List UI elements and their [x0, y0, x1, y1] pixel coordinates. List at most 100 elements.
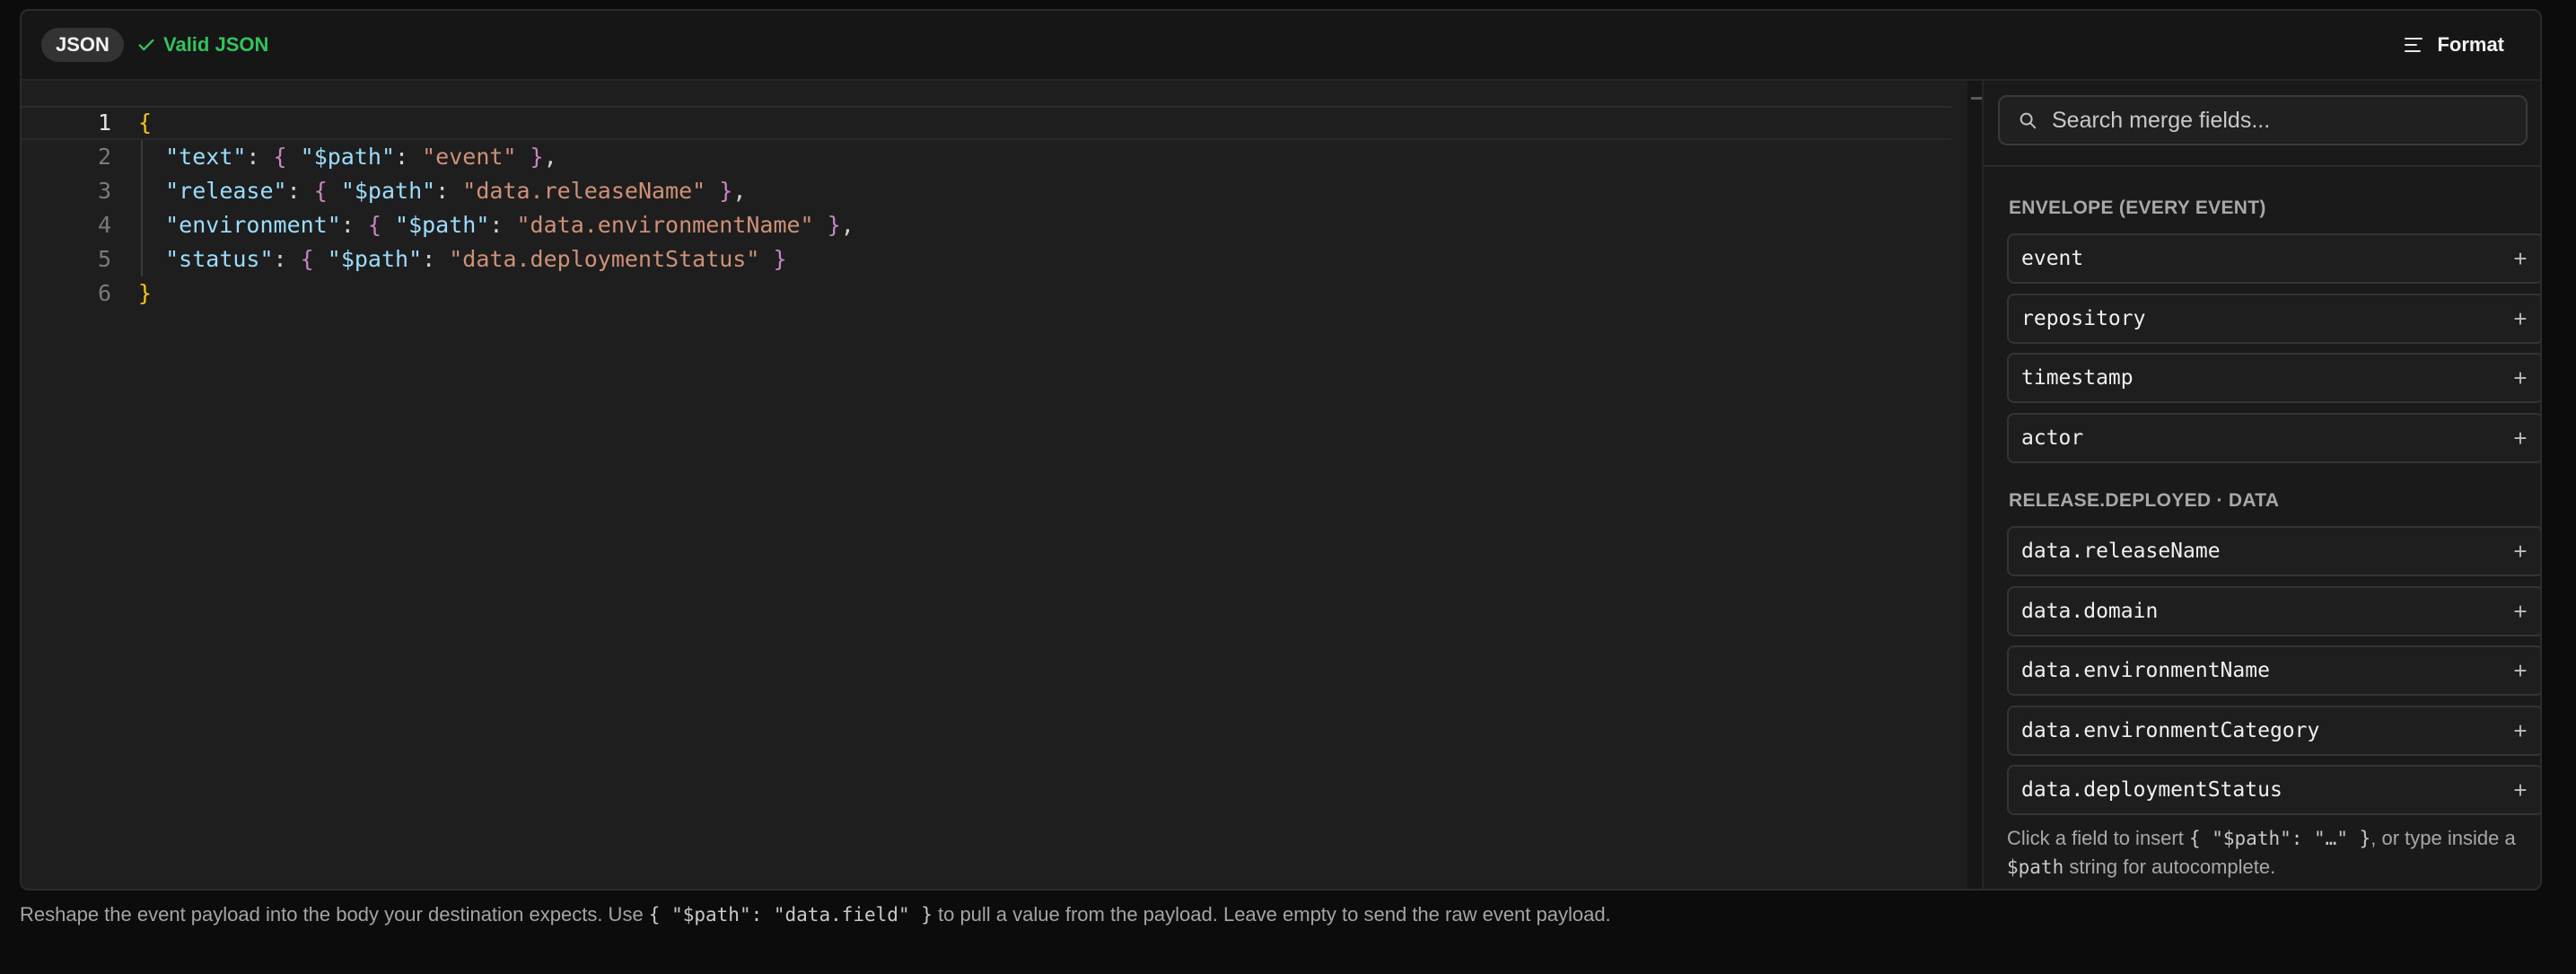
plus-icon[interactable]: + [2510, 247, 2531, 270]
merge-field-item[interactable]: data.environmentName + [2007, 645, 2540, 696]
code-editor[interactable]: 1 {2 "text": { "$path": "event" }, 3 "rele… [22, 81, 1967, 889]
code-token: "release" [165, 178, 287, 204]
validity-text: Valid JSON [163, 33, 269, 56]
plus-icon[interactable]: + [2510, 719, 2531, 742]
code-line[interactable]: } [138, 276, 152, 311]
code-line[interactable]: "text": { "$path": "event" }, [138, 140, 557, 174]
code-token: : [340, 212, 368, 238]
code-line[interactable]: { [138, 106, 152, 140]
merge-field-item[interactable]: timestamp + [2007, 353, 2540, 403]
search-input[interactable] [2052, 107, 2501, 134]
help-text: Reshape the event payload into the body … [20, 903, 1611, 926]
active-line-highlight [22, 106, 1951, 140]
code-token: , [732, 178, 747, 204]
merge-field-item[interactable]: data.domain + [2007, 585, 2540, 636]
code-token: "text" [165, 144, 247, 170]
code-token: : [273, 246, 301, 272]
help-text-prefix: Reshape the event payload into the body … [20, 903, 649, 926]
merge-field-name: data.domain [2021, 599, 2159, 623]
json-mode-badge[interactable]: JSON [41, 28, 124, 62]
hint-code: { "$path": "…" } [2188, 828, 2371, 849]
merge-field-name: data.environmentName [2021, 659, 2270, 682]
section-heading: ENVELOPE (EVERY EVENT) [2009, 197, 2266, 218]
line-number: 1 [97, 110, 111, 136]
code-token: { [367, 212, 381, 238]
merge-field-item[interactable]: event + [2007, 233, 2540, 284]
code-line[interactable]: "release": { "$path": "data.releaseName"… [138, 174, 746, 208]
code-token: "$path" [327, 246, 423, 272]
merge-field-item[interactable]: data.environmentCategory + [2007, 705, 2540, 756]
format-label: Format [2437, 33, 2504, 56]
editor-toolbar: JSON Valid JSON Format [22, 11, 2540, 81]
code-token: { [138, 110, 153, 136]
line-number: 4 [97, 212, 111, 238]
code-token: { [313, 178, 328, 204]
code-token: } [138, 280, 153, 306]
line-number: 2 [97, 144, 111, 170]
code-token: "status" [165, 246, 274, 272]
merge-field-name: timestamp [2021, 366, 2134, 390]
merge-field-name: event [2021, 247, 2084, 270]
code-token: } [719, 178, 733, 204]
plus-icon[interactable]: + [2510, 366, 2531, 390]
code-token: "event" [422, 144, 517, 170]
help-text-code: { "$path": "data.field" } [648, 904, 933, 926]
merge-field-item[interactable]: repository + [2007, 293, 2540, 344]
merge-field-item[interactable]: actor + [2007, 412, 2540, 463]
code-line[interactable]: "status": { "$path": "data.deploymentSta… [138, 242, 787, 276]
line-number: 5 [97, 246, 111, 272]
merge-field-item[interactable]: data.releaseName + [2007, 526, 2540, 576]
panel-divider [1967, 81, 1982, 889]
merge-field-item[interactable]: data.deploymentStatus + [2007, 765, 2540, 815]
hint-text: Click a field to insert [2007, 827, 2189, 849]
code-token: } [773, 246, 787, 272]
payload-template-panel: JSON Valid JSON Format 1 {2 "text": { "$p… [20, 9, 2542, 891]
code-token: "$path" [395, 212, 490, 238]
plus-icon[interactable]: + [2510, 540, 2531, 563]
hint-text-suffix: string for autocomplete. [2063, 856, 2276, 878]
validity-indicator: Valid JSON [136, 28, 268, 62]
code-token: : [422, 246, 450, 272]
merge-field-name: data.deploymentStatus [2021, 778, 2282, 802]
merge-field-name: data.releaseName [2021, 540, 2221, 563]
insert-hint: Click a field to insert { "$path": "…" }… [2007, 824, 2540, 882]
code-token: , [840, 212, 854, 238]
merge-fields-sidebar: ENVELOPE (EVERY EVENT)event+repository+t… [1982, 81, 2540, 889]
plus-icon[interactable]: + [2510, 778, 2531, 802]
search-icon [2020, 112, 2037, 129]
code-token: { [300, 246, 314, 272]
code-token: { [273, 144, 287, 170]
hint-text-middle: , or type inside a [2370, 827, 2516, 849]
code-token: "data.deploymentStatus" [449, 246, 760, 272]
plus-icon[interactable]: + [2510, 600, 2531, 623]
code-token: "data.environmentName" [516, 212, 814, 238]
search-divider [1984, 165, 2540, 167]
plus-icon[interactable]: + [2510, 426, 2531, 450]
plus-icon[interactable]: + [2510, 307, 2531, 330]
help-text-suffix: to pull a value from the payload. Leave … [932, 903, 1611, 926]
code-line[interactable]: "environment": { "$path": "data.environm… [138, 208, 854, 242]
merge-field-name: repository [2021, 306, 2146, 330]
hint-code-path: $path [2007, 856, 2064, 878]
plus-icon[interactable]: + [2510, 659, 2531, 682]
merge-field-search[interactable] [1998, 95, 2528, 145]
code-token: "data.releaseName" [462, 178, 706, 204]
format-button[interactable]: Format [2385, 24, 2522, 66]
code-token: "$path" [340, 178, 436, 204]
code-token: "environment" [165, 212, 341, 238]
code-token: , [543, 144, 557, 170]
code-token: "$path" [300, 144, 396, 170]
checkmark-icon [138, 39, 154, 51]
code-token: : [395, 144, 423, 170]
